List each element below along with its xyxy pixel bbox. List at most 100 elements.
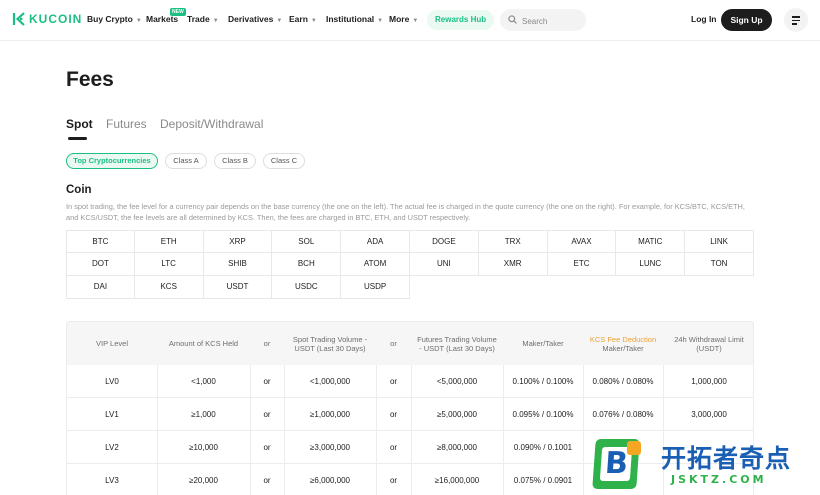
rewards-hub-button[interactable]: Rewards Hub [427,10,495,30]
fee-cell-withdrawal: 3,000,000 [691,409,727,419]
fee-cell-maker-taker: 0.075% / 0.0901 [513,475,573,485]
class-filter-a[interactable]: Class A [165,153,207,169]
tab-futures[interactable]: Futures [106,117,147,131]
tab-deposit-withdrawal[interactable]: Deposit/Withdrawal [160,117,263,131]
fee-cell-or1: or [263,409,271,419]
coin-cell: ATOM [341,253,410,276]
fee-cell-kcs-deduct: 0.080% / 0.080% [592,376,654,386]
fee-cell-or1: or [263,442,271,452]
fee-cell-spot: <1,000,000 [309,376,351,386]
coin-cell: XRP [203,230,273,253]
nav-earn[interactable]: Earn ▼ [289,14,317,24]
fee-cell-kcs: ≥1,000 [191,409,216,419]
coin-cell: BCH [272,253,342,276]
chevron-down-icon: ▼ [135,18,142,24]
coin-cell: TON [685,253,754,276]
menu-button[interactable] [784,8,808,32]
watermark-chinese-text: 开拓者奇点 [661,444,792,473]
fee-cell-maker-taker: 0.095% / 0.100% [512,409,574,419]
tab-spot[interactable]: Spot [66,117,93,131]
fee-cell-level: LV0 [105,376,119,386]
header-or: or [390,339,397,349]
fee-cell-kcs: ≥10,000 [189,442,218,452]
coin-cell: ETH [134,230,204,253]
signup-button[interactable]: Sign Up [721,9,772,31]
fee-cell-spot: ≥3,000,000 [310,442,350,452]
fee-cell-futures: ≥16,000,000 [434,475,480,485]
coin-cell: MATIC [616,230,686,253]
nav-institutional[interactable]: Institutional ▼ [326,14,383,24]
header-withdrawal-limit: 24h Withdrawal Limit (USDT) [674,334,744,354]
nav-trade[interactable]: Trade ▼ [187,14,219,24]
fee-cell-withdrawal: 1,000,000 [691,376,727,386]
page-title: Fees [66,68,114,91]
fee-cell-level: LV3 [105,475,119,485]
fee-cell-level: LV2 [105,442,119,452]
coin-cell: KCS [134,276,204,299]
coin-cell: LINK [685,230,754,253]
coin-cell: UNI [410,253,479,276]
nav-derivatives[interactable]: Derivatives ▼ [228,14,282,24]
fee-cell-kcs: ≥20,000 [189,475,218,485]
fee-cell-or2: or [389,475,398,485]
kucoin-logo[interactable]: KUCOIN [12,12,82,26]
header-or: or [263,339,271,349]
fee-cell-level: LV1 [105,409,119,419]
fee-table-row: LV0 <1,000 or <1,000,000 or <5,000,000 0.100% … [66,365,754,398]
fee-cell-spot: ≥1,000,000 [310,409,350,419]
header-maker-taker: Maker/Taker [522,339,564,349]
fee-cell-or1: or [263,475,271,485]
chevron-down-icon: ▼ [212,18,219,24]
top-navbar: KUCOIN Buy Crypto ▼ Markets NEW Trade ▼ De… [0,0,820,41]
hamburger-icon [792,16,800,18]
logo-text: KUCOIN [29,12,83,26]
coin-cell: USDC [272,276,342,299]
fee-cell-or2: or [389,376,398,386]
coin-cell: USDP [341,276,410,299]
coin-cell: XMR [478,253,548,276]
fee-cell-futures: <5,000,000 [436,376,478,386]
fee-table-header: VIP Level Amount of KCS Held or Spot Tra… [66,321,754,365]
chevron-down-icon: ▼ [276,18,283,24]
fee-cell-spot: ≥6,000,000 [310,475,350,485]
search-input[interactable] [520,12,584,30]
chevron-down-icon: ▼ [412,18,419,24]
search-box[interactable] [500,9,586,31]
active-tab-indicator [68,137,87,140]
coin-cell: ADA [341,230,410,253]
new-badge: NEW [170,8,186,16]
class-filter-top-crypto[interactable]: Top Cryptocurrencies [66,153,158,169]
fee-cell-futures: ≥5,000,000 [437,409,477,419]
class-filter-b[interactable]: Class B [214,153,256,169]
chevron-down-icon: ▼ [377,18,384,24]
nav-buy-crypto[interactable]: Buy Crypto ▼ [87,14,142,24]
chevron-down-icon: ▼ [310,18,317,24]
fee-cell-maker-taker: 0.090% / 0.1001 [513,442,573,452]
header-kcs-held: Amount of KCS Held [168,339,239,349]
fee-cell-maker-taker: 0.100% / 0.100% [512,376,574,386]
watermark-domain-text: JSKTZ.COM [671,473,767,486]
coin-cell: LTC [134,253,204,276]
fee-cell-kcs: <1,000 [191,376,216,386]
fee-cell-futures: ≥8,000,000 [437,442,477,452]
header-futures-volume: Futures Trading Volume - USDT (Last 30 D… [417,334,497,354]
site-watermark: B 开拓者奇点 JSKTZ.COM [585,437,820,495]
coin-cell: LUNC [616,253,686,276]
coin-cell: TRX [478,230,548,253]
fee-cell-kcs-deduct: 0.076% / 0.080% [592,409,654,419]
fee-cell-or2: or [389,442,398,452]
coin-cell: ETC [547,253,617,276]
coin-cell: AVAX [547,230,617,253]
fee-cell-or1: or [263,376,271,386]
coin-cell: SHIB [203,253,273,276]
fee-table-row: LV1 ≥1,000 or ≥1,000,000 or ≥5,000,000 0.095% … [66,398,754,431]
nav-more[interactable]: More ▼ [389,14,418,24]
coin-cell: DOGE [410,230,479,253]
login-link[interactable]: Log In [691,14,717,24]
fee-cell-or2: or [389,409,398,419]
class-filter-c[interactable]: Class C [263,153,305,169]
coin-cell: SOL [272,230,342,253]
search-icon [508,15,517,24]
header-vip-level: VIP Level [96,339,128,349]
coin-cell: BTC [66,230,135,253]
